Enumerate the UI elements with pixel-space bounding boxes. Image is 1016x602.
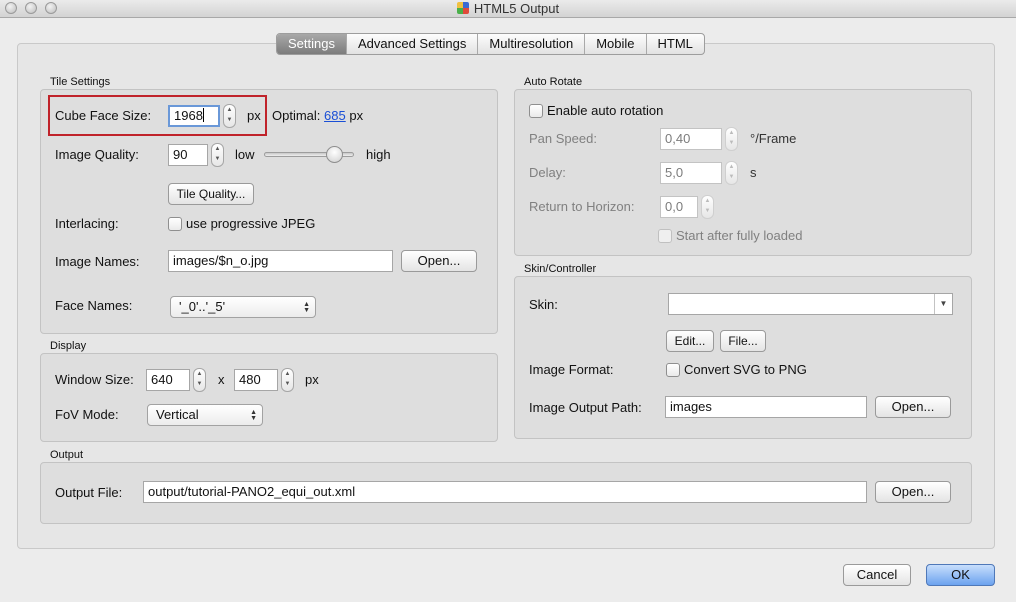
tab-settings[interactable]: Settings bbox=[277, 34, 347, 54]
face-names-label: Face Names: bbox=[55, 298, 133, 313]
progressive-jpeg-label: use progressive JPEG bbox=[186, 216, 316, 231]
skin-edit-button[interactable]: Edit... bbox=[666, 330, 714, 352]
interlacing-label: Interlacing: bbox=[55, 216, 119, 231]
tile-quality-button[interactable]: Tile Quality... bbox=[168, 183, 254, 205]
window-height-input[interactable]: 480 bbox=[234, 369, 278, 391]
window-height-stepper[interactable]: ▲ ▼ bbox=[281, 368, 294, 392]
window-width-input[interactable]: 640 bbox=[146, 369, 190, 391]
delay-label: Delay: bbox=[529, 165, 566, 180]
app-icon bbox=[456, 2, 469, 14]
optimal-label: Optimal: 685 px bbox=[272, 108, 364, 123]
image-quality-label: Image Quality: bbox=[55, 147, 139, 162]
px-unit: px bbox=[305, 372, 319, 387]
skin-label: Skin: bbox=[529, 297, 558, 312]
delay-unit: s bbox=[750, 165, 757, 180]
window-width-stepper[interactable]: ▲ ▼ bbox=[193, 368, 206, 392]
skin-file-button[interactable]: File... bbox=[720, 330, 766, 352]
tab-html[interactable]: HTML bbox=[647, 34, 704, 54]
output-file-label: Output File: bbox=[55, 485, 123, 500]
cancel-button[interactable]: Cancel bbox=[843, 564, 911, 586]
title-bar: HTML5 Output bbox=[0, 0, 1016, 18]
tab-bar: Settings Advanced Settings Multiresoluti… bbox=[276, 33, 705, 55]
tab-multiresolution[interactable]: Multiresolution bbox=[478, 34, 586, 54]
cube-face-size-label: Cube Face Size: bbox=[55, 108, 152, 123]
display-group bbox=[40, 353, 498, 442]
tab-mobile[interactable]: Mobile bbox=[585, 34, 647, 54]
image-names-label: Image Names: bbox=[55, 254, 140, 269]
output-file-open-button[interactable]: Open... bbox=[875, 481, 951, 503]
convert-svg-label: Convert SVG to PNG bbox=[684, 362, 807, 377]
output-label: Output bbox=[50, 449, 84, 461]
skin-combobox[interactable]: ▼ bbox=[668, 293, 953, 315]
delay-input[interactable]: 5,0 bbox=[660, 162, 722, 184]
return-to-horizon-input[interactable]: 0,0 bbox=[660, 196, 698, 218]
window-title: HTML5 Output bbox=[0, 1, 1016, 16]
image-quality-stepper[interactable]: ▲ ▼ bbox=[211, 143, 224, 167]
slider-high-label: high bbox=[366, 147, 391, 162]
times-sign: x bbox=[218, 372, 225, 387]
pan-speed-input[interactable]: 0,40 bbox=[660, 128, 722, 150]
image-names-open-button[interactable]: Open... bbox=[401, 250, 477, 272]
select-arrows-icon: ▲ ▼ bbox=[303, 301, 310, 314]
pan-speed-stepper[interactable]: ▲ ▼ bbox=[725, 127, 738, 151]
cube-face-size-stepper[interactable]: ▲ ▼ bbox=[223, 104, 236, 128]
enable-auto-rotation-checkbox[interactable] bbox=[529, 104, 543, 118]
pan-speed-unit: °/Frame bbox=[750, 131, 797, 146]
tile-settings-label: Tile Settings bbox=[50, 76, 111, 88]
enable-auto-rotation-label: Enable auto rotation bbox=[547, 103, 664, 118]
px-unit: px bbox=[247, 108, 261, 123]
fov-mode-label: FoV Mode: bbox=[55, 407, 119, 422]
display-label: Display bbox=[50, 340, 87, 352]
cube-face-size-input[interactable]: 1968 bbox=[168, 105, 220, 127]
image-format-label: Image Format: bbox=[529, 362, 614, 377]
slider-low-label: low bbox=[235, 147, 255, 162]
image-quality-slider[interactable] bbox=[264, 146, 354, 164]
start-after-loaded-label: Start after fully loaded bbox=[676, 228, 803, 243]
face-names-select[interactable]: '_0'..'_5' ▲ ▼ bbox=[170, 296, 316, 318]
skin-controller-label: Skin/Controller bbox=[524, 263, 597, 275]
fov-mode-select[interactable]: Vertical ▲ ▼ bbox=[147, 404, 263, 426]
pan-speed-label: Pan Speed: bbox=[529, 131, 597, 146]
image-output-path-open-button[interactable]: Open... bbox=[875, 396, 951, 418]
image-quality-input[interactable]: 90 bbox=[168, 144, 208, 166]
select-arrows-icon: ▲ ▼ bbox=[250, 409, 257, 422]
delay-stepper[interactable]: ▲ ▼ bbox=[725, 161, 738, 185]
convert-svg-checkbox[interactable] bbox=[666, 363, 680, 377]
return-to-horizon-label: Return to Horizon: bbox=[529, 199, 635, 214]
progressive-jpeg-checkbox[interactable] bbox=[168, 217, 182, 231]
image-names-input[interactable]: images/$n_o.jpg bbox=[168, 250, 393, 272]
output-file-input[interactable]: output/tutorial-PANO2_equi_out.xml bbox=[143, 481, 867, 503]
return-to-horizon-stepper[interactable]: ▲ ▼ bbox=[701, 195, 714, 219]
ok-button[interactable]: OK bbox=[926, 564, 995, 586]
image-output-path-label: Image Output Path: bbox=[529, 400, 642, 415]
start-after-loaded-checkbox[interactable] bbox=[658, 229, 672, 243]
auto-rotate-label: Auto Rotate bbox=[524, 76, 583, 88]
image-output-path-input[interactable]: images bbox=[665, 396, 867, 418]
text-caret bbox=[202, 108, 204, 122]
window-size-label: Window Size: bbox=[55, 372, 134, 387]
slider-knob[interactable] bbox=[326, 146, 343, 163]
tab-advanced-settings[interactable]: Advanced Settings bbox=[347, 34, 479, 54]
optimal-value-link[interactable]: 685 bbox=[324, 108, 346, 123]
chevron-down-icon[interactable]: ▼ bbox=[934, 294, 952, 314]
